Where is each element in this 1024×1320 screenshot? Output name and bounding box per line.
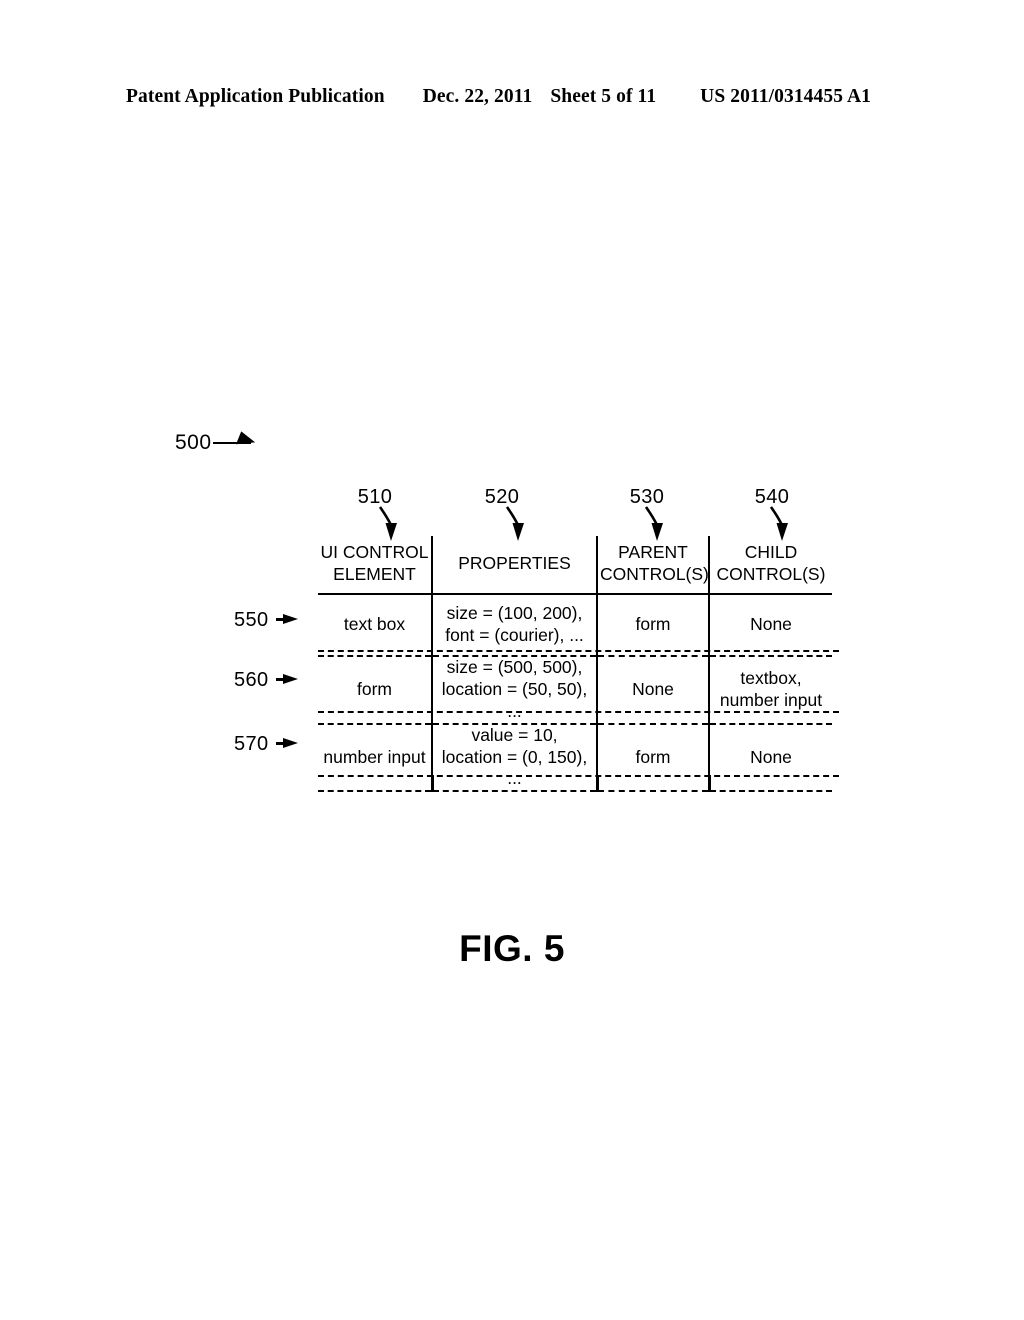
ui-control-table: UI CONTROL ELEMENT PROPERTIES PARENT CON… [318,536,832,793]
cell-element: form [318,656,432,725]
cell-properties: size = (100, 200), font = (courier), ... [431,594,597,657]
table-row: text box size = (100, 200), font = (cour… [318,594,832,657]
row-ref-570: 570 [234,733,269,755]
table-header-row: UI CONTROL ELEMENT PROPERTIES PARENT CON… [318,536,832,595]
cell-child-controls: None [708,594,832,657]
publication-number: US 2011/0314455 A1 [700,86,871,107]
row-ref-550: 550 [234,609,269,631]
column-rule-1-tail [432,775,434,792]
column-header-child-controls: CHILD CONTROL(S) [708,536,832,595]
column-header-properties: PROPERTIES [431,536,597,595]
cell-parent-controls: form [596,723,709,793]
column-rule-2-tail [597,775,599,792]
column-rule-3-tail [709,775,711,792]
cell-properties: size = (500, 500), location = (50, 50), … [431,656,597,725]
table-row: number input value = 10, location = (0, … [318,723,832,793]
row-separator-1 [318,650,839,652]
row-ref-560: 560 [234,669,269,691]
cell-child-controls: None [708,723,832,793]
cell-parent-controls: None [596,656,709,725]
cell-properties: value = 10, location = (0, 150), ... [431,723,597,793]
row-ref-550-arrow [283,614,298,624]
cell-child-controls: textbox, number input [708,656,832,725]
patent-header: Patent Application Publication Dec. 22, … [126,86,898,108]
row-separator-2 [318,711,839,713]
cell-element: text box [318,594,432,657]
publication-date: Dec. 22, 2011 [422,86,533,107]
figure-ref-500: 500 [175,431,212,454]
row-ref-560-arrow [283,674,298,684]
cell-element: number input [318,723,432,793]
figure-caption: FIG. 5 [459,928,565,969]
sheet-label: Sheet 5 of 11 [550,86,657,107]
column-header-parent-controls: PARENT CONTROL(S) [596,536,709,595]
publication-label: Patent Application Publication [126,86,385,107]
row-separator-3 [318,775,839,777]
figure-ref-500-arrowhead [235,431,258,451]
cell-parent-controls: form [596,594,709,657]
row-ref-570-arrow [283,738,298,748]
column-header-ui-control-element: UI CONTROL ELEMENT [318,536,432,595]
table-row: form size = (500, 500), location = (50, … [318,656,832,725]
